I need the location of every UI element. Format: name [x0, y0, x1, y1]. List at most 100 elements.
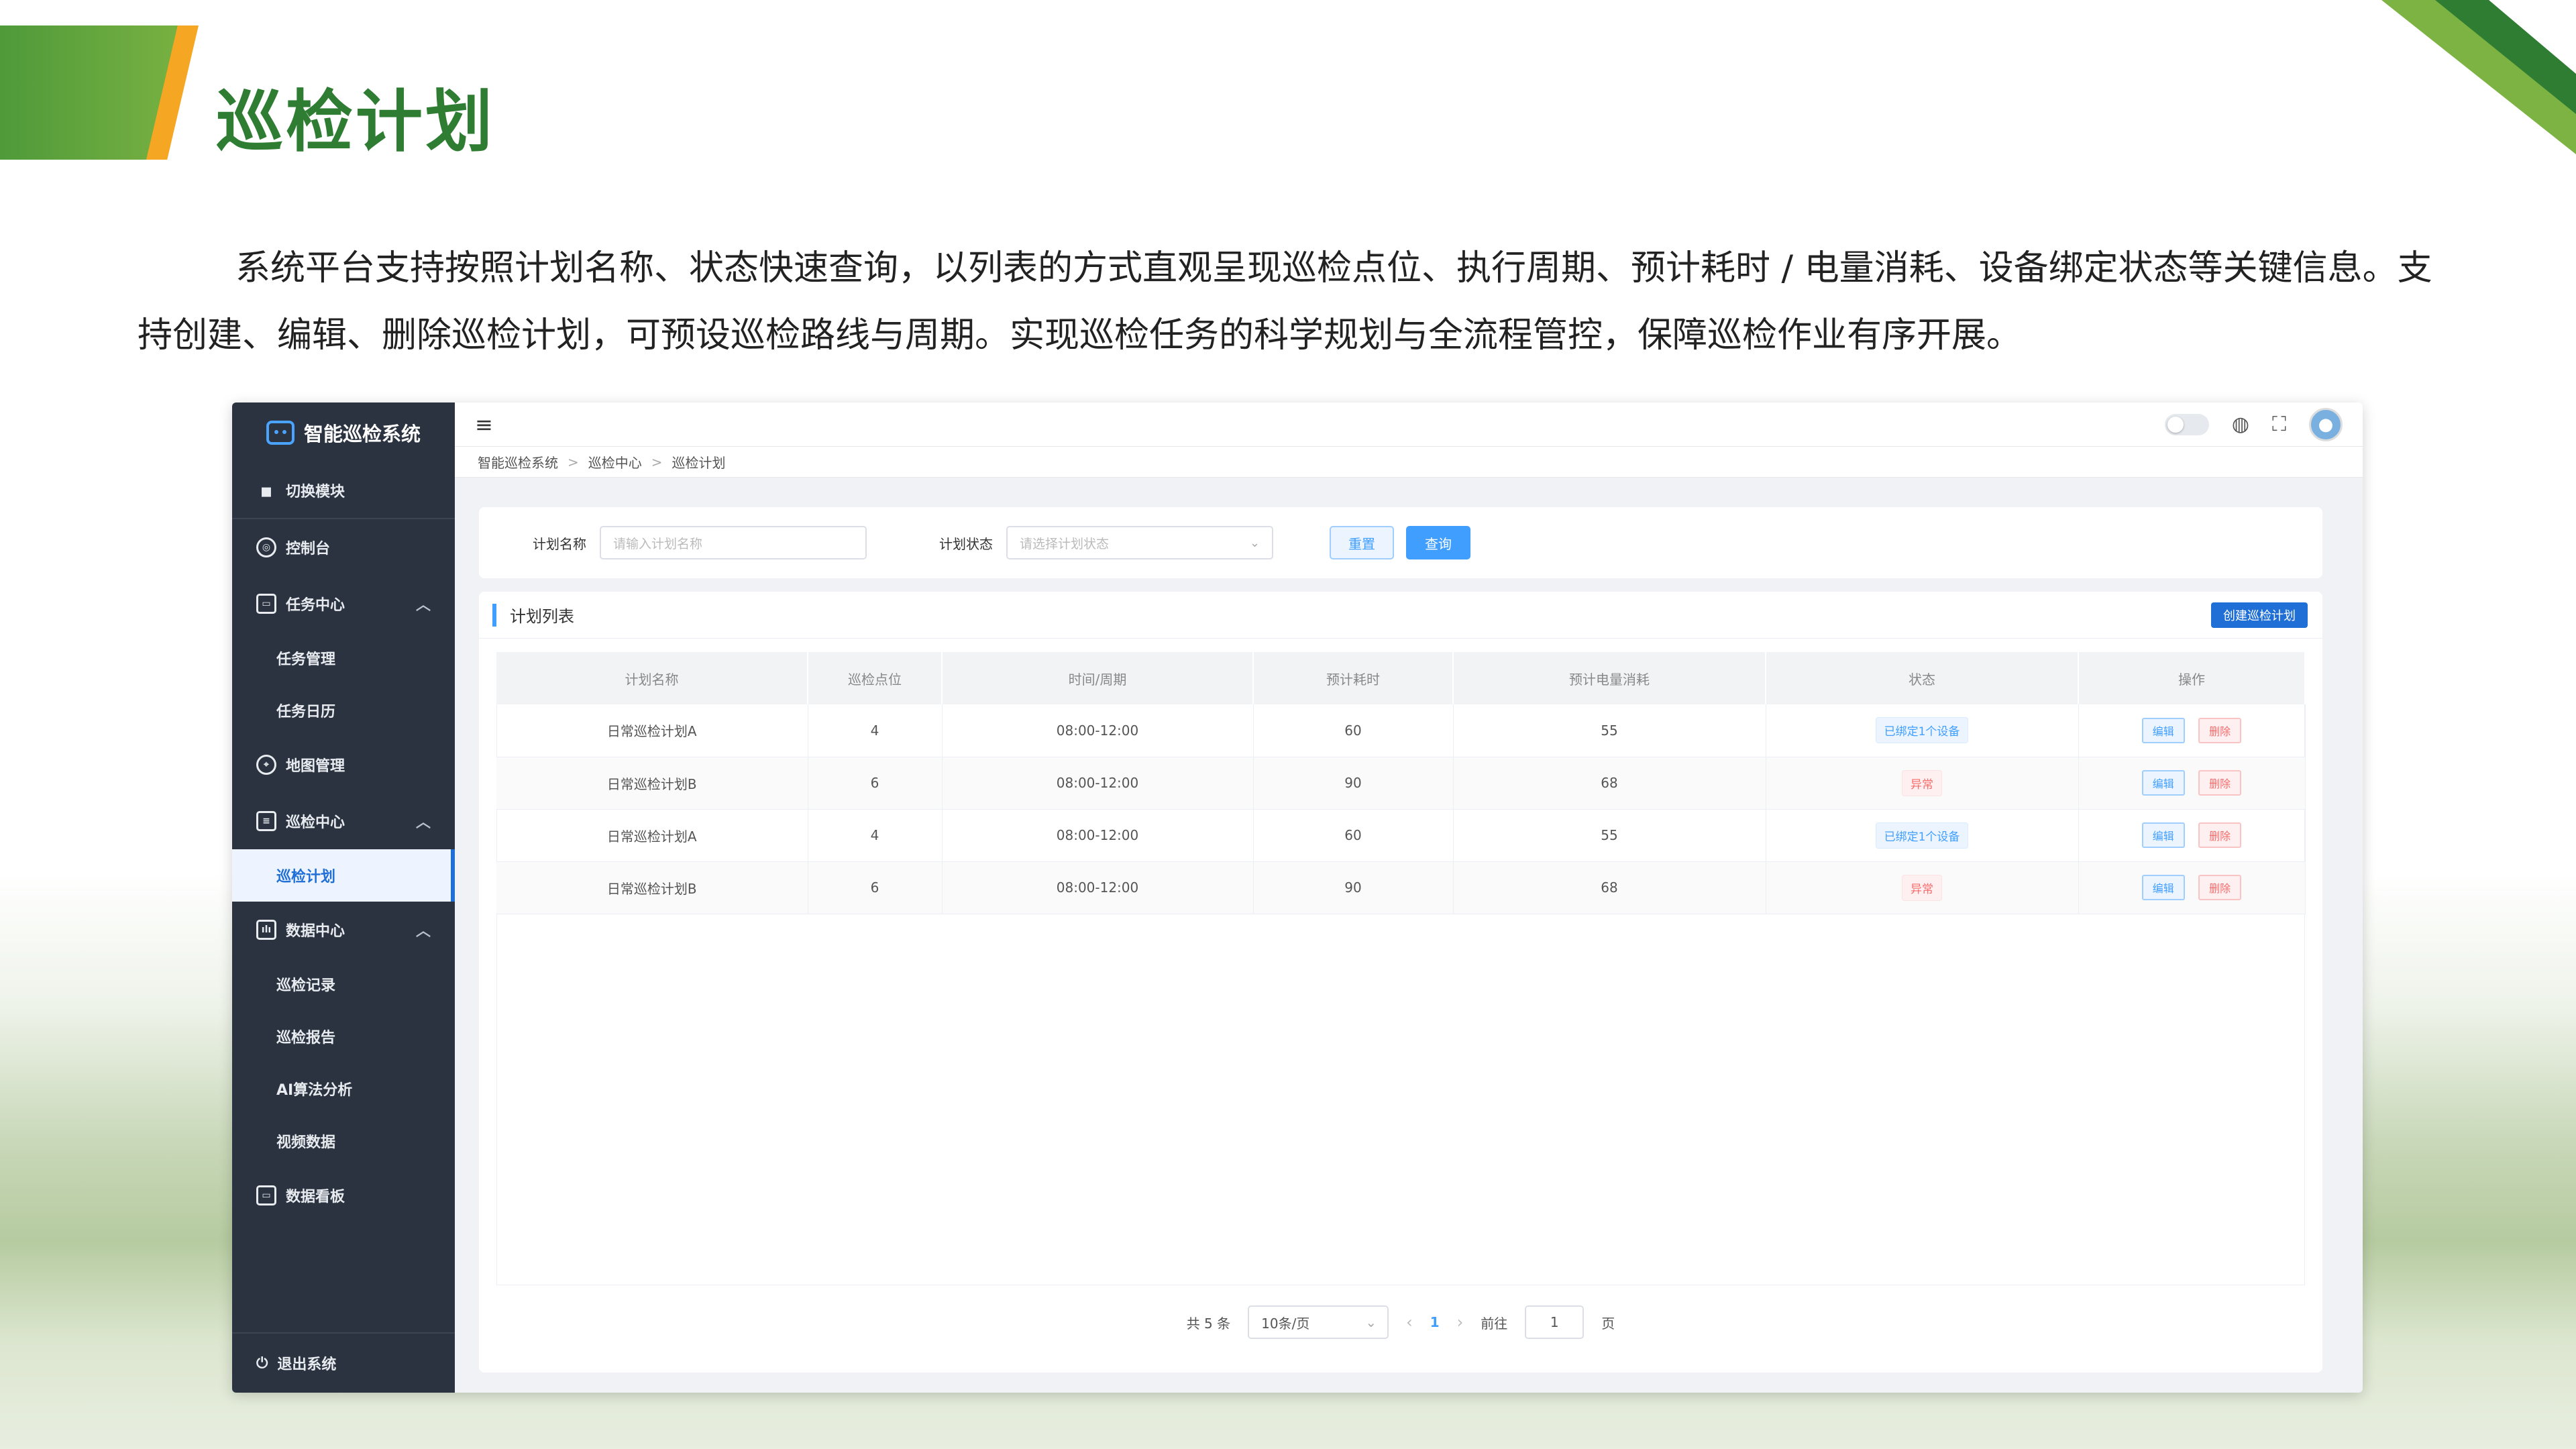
chevron-up-icon: ︿ — [415, 597, 431, 614]
sidebar-item-console[interactable]: ◎ 控制台 — [232, 519, 455, 576]
goto-label: 前往 — [1481, 1315, 1508, 1332]
plan-status-select[interactable]: 请选择计划状态 ⌄ — [1006, 526, 1273, 559]
status-cell: 已绑定1个设备 — [1766, 704, 2079, 757]
actions-cell: 编辑 删除 — [2078, 704, 2306, 757]
map-pin-icon: ⌖ — [256, 755, 276, 775]
plan-name-input[interactable]: 请输入计划名称 — [600, 526, 867, 559]
status-badge: 已绑定1个设备 — [1875, 717, 1969, 744]
sidebar-item-label: 数据看板 — [286, 1189, 345, 1205]
app-logo: 智能巡检系统 — [232, 402, 455, 463]
power-icon: ⏻ — [256, 1354, 268, 1372]
chevron-right-icon: > — [568, 453, 579, 470]
plan-status-placeholder: 请选择计划状态 — [1020, 536, 1110, 551]
time-cell: 60 — [1253, 809, 1454, 862]
sidebar-item-task-center[interactable]: ▭ 任务中心 ︿ — [232, 576, 455, 632]
plan-name-cell: 日常巡检计划B — [496, 861, 808, 914]
status-badge: 已绑定1个设备 — [1875, 822, 1969, 849]
sidebar-item-task-calendar[interactable]: 任务日历 — [232, 684, 455, 737]
search-panel: 计划名称 请输入计划名称 计划状态 请选择计划状态 ⌄ 重置 查询 — [479, 507, 2322, 578]
sidebar-item-ai-analysis[interactable]: AI算法分析 — [232, 1063, 455, 1115]
column-header: 计划名称 — [496, 652, 808, 704]
period-cell: 08:00-12:00 — [942, 704, 1254, 757]
actions-cell: 编辑 删除 — [2078, 809, 2306, 862]
goto-page-input[interactable]: 1 — [1525, 1305, 1585, 1339]
sidebar-item-label: 切换模块 — [286, 484, 345, 500]
dashboard-gauge-icon: ◎ — [256, 537, 276, 557]
chart-icon: ılı — [256, 920, 276, 940]
next-page-icon[interactable]: › — [1457, 1313, 1464, 1332]
list-title: 计划列表 — [510, 607, 574, 626]
reset-button[interactable]: 重置 — [1330, 526, 1394, 559]
breadcrumb-item: 巡检计划 — [672, 455, 726, 471]
theme-toggle[interactable] — [2164, 413, 2209, 435]
globe-icon[interactable]: ◍ — [2232, 413, 2249, 436]
sidebar-item-data-center[interactable]: ılı 数据中心 ︿ — [232, 902, 455, 958]
app-window: 智能巡检系统 ▪ 切换模块 ◎ 控制台 ▭ 任务中心 ︿ 任务管理 任务日历 ⌖… — [232, 402, 2363, 1393]
sidebar-item-label: 任务中心 — [286, 597, 345, 614]
logout-button[interactable]: ⏻ 退出系统 — [232, 1332, 455, 1393]
power-cell: 68 — [1453, 861, 1766, 914]
page-size-select[interactable]: 10条/页 ⌄ — [1248, 1305, 1389, 1339]
table-row: 日常巡检计划A 4 08:00-12:00 60 55 已绑定1个设备 编辑 删… — [496, 809, 2306, 862]
plan-name-cell: 日常巡检计划B — [496, 757, 808, 810]
plan-name-cell: 日常巡检计划A — [496, 704, 808, 757]
sidebar-item-label: 控制台 — [286, 541, 331, 557]
sidebar-item-patrol-report[interactable]: 巡检报告 — [232, 1010, 455, 1063]
total-count: 共 5 条 — [1186, 1315, 1231, 1332]
sidebar-item-patrol-plan[interactable]: 巡检计划 — [232, 849, 455, 902]
create-plan-button[interactable]: 创建巡检计划 — [2211, 602, 2308, 628]
column-header: 巡检点位 — [808, 652, 943, 704]
app-name: 智能巡检系统 — [303, 423, 421, 445]
prev-page-icon[interactable]: ‹ — [1406, 1313, 1413, 1332]
query-button[interactable]: 查询 — [1406, 526, 1470, 559]
edit-button[interactable]: 编辑 — [2141, 770, 2185, 796]
status-badge: 异常 — [1902, 874, 1942, 901]
breadcrumb-item[interactable]: 巡检中心 — [588, 452, 642, 472]
table-row: 日常巡检计划B 6 08:00-12:00 90 68 异常 编辑 删除 — [496, 861, 2306, 914]
chevron-right-icon: > — [651, 453, 663, 470]
chevron-up-icon: ︿ — [415, 923, 431, 940]
column-header: 时间/周期 — [942, 652, 1254, 704]
sidebar-item-patrol-center[interactable]: ≡ 巡检中心 ︿ — [232, 793, 455, 849]
fullscreen-icon[interactable]: ⛶ — [2272, 413, 2286, 436]
period-cell: 08:00-12:00 — [942, 757, 1254, 810]
sidebar-item-patrol-record[interactable]: 巡检记录 — [232, 958, 455, 1010]
sidebar-item-task-mgmt[interactable]: 任务管理 — [232, 632, 455, 684]
delete-button[interactable]: 删除 — [2198, 717, 2242, 743]
delete-button[interactable]: 删除 — [2198, 770, 2242, 796]
status-badge: 异常 — [1902, 769, 1942, 796]
period-cell: 08:00-12:00 — [942, 861, 1254, 914]
status-cell: 异常 — [1766, 757, 2079, 810]
sidebar-item-switch-module[interactable]: ▪ 切换模块 — [232, 463, 455, 519]
status-cell: 异常 — [1766, 861, 2079, 914]
chevron-down-icon: ⌄ — [1249, 535, 1260, 550]
sidebar-item-label: 数据中心 — [286, 923, 345, 940]
time-cell: 90 — [1253, 861, 1454, 914]
edit-button[interactable]: 编辑 — [2141, 875, 2185, 900]
menu-toggle-icon[interactable]: ≡ — [475, 412, 493, 437]
sidebar-item-dashboard[interactable]: ▭ 数据看板 — [232, 1167, 455, 1224]
sidebar-item-map-mgmt[interactable]: ⌖ 地图管理 — [232, 737, 455, 793]
delete-button[interactable]: 删除 — [2198, 822, 2242, 848]
avatar[interactable]: ● — [2309, 407, 2343, 441]
page-number-current[interactable]: 1 — [1430, 1314, 1440, 1330]
list-header: 计划列表 创建巡检计划 — [479, 592, 2322, 639]
grid-icon: ▪ — [260, 479, 273, 502]
sidebar-item-label: 地图管理 — [286, 758, 345, 775]
status-cell: 已绑定1个设备 — [1766, 809, 2079, 862]
plan-list-panel: 计划列表 创建巡检计划 计划名称 巡检点位 时间/周期 预计耗时 预计电量消耗 … — [479, 592, 2322, 1373]
topbar-actions: ◍ ⛶ ● — [2164, 407, 2343, 441]
edit-button[interactable]: 编辑 — [2141, 717, 2185, 743]
table-row: 日常巡检计划A 4 08:00-12:00 60 55 已绑定1个设备 编辑 删… — [496, 704, 2306, 757]
sidebar-item-video-data[interactable]: 视频数据 — [232, 1115, 455, 1167]
plan-status-label: 计划状态 — [939, 535, 993, 552]
delete-button[interactable]: 删除 — [2198, 875, 2242, 900]
time-cell: 60 — [1253, 704, 1454, 757]
period-cell: 08:00-12:00 — [942, 809, 1254, 862]
column-header: 操作 — [2078, 652, 2306, 704]
power-cell: 55 — [1453, 809, 1766, 862]
edit-button[interactable]: 编辑 — [2141, 822, 2185, 848]
breadcrumb-item[interactable]: 智能巡检系统 — [478, 452, 558, 472]
page-unit-label: 页 — [1601, 1315, 1615, 1332]
slide-intro: 系统平台支持按照计划名称、状态快速查询，以列表的方式直观呈现巡检点位、执行周期、… — [138, 248, 2432, 356]
